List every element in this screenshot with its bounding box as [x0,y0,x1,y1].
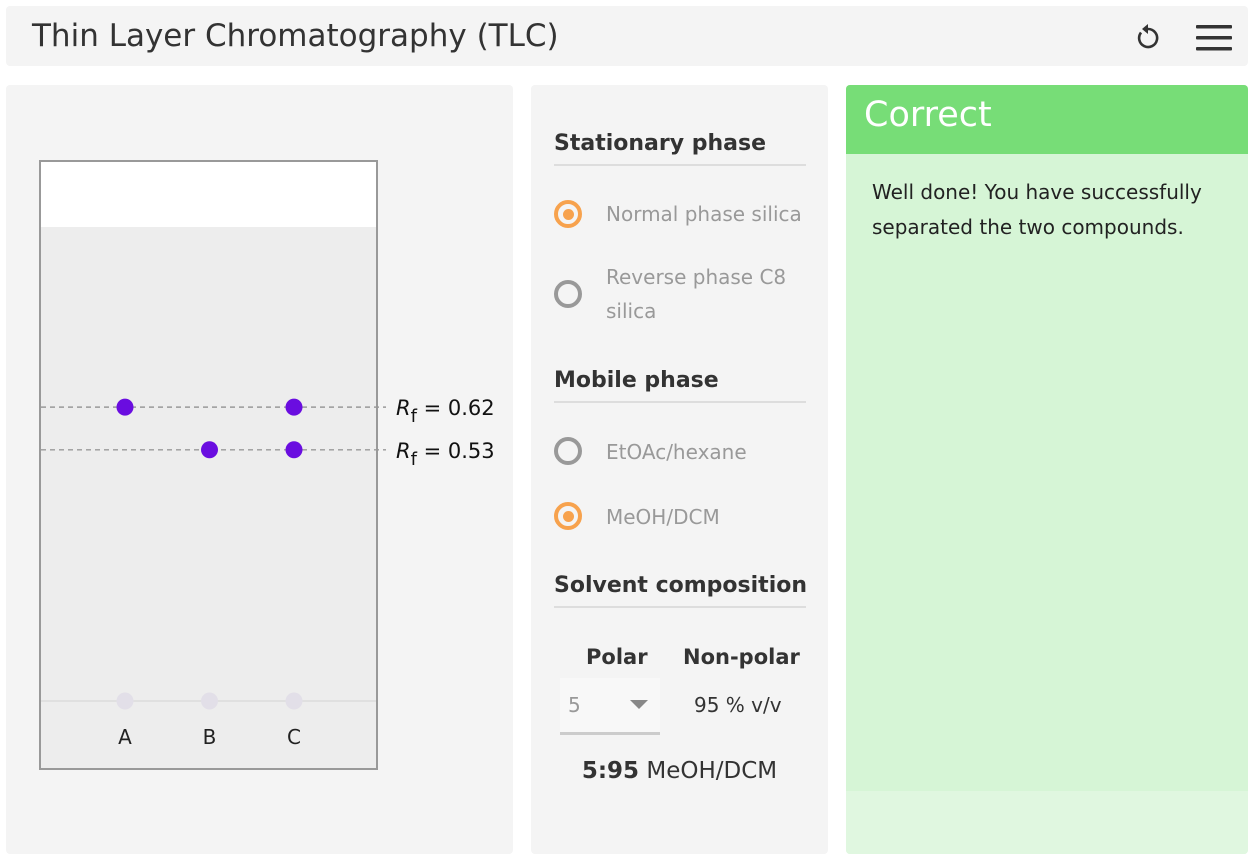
solvent-system: MeOH/DCM [639,758,778,784]
radio-normal-phase-silica[interactable]: Normal phase silica [554,197,814,231]
feedback-body: Well done! You have successfully separat… [846,154,1248,791]
polar-column-label: Polar [586,645,648,669]
tlc-plate-diagram: Rf = 0.62 Rf = 0.53 A B C [39,160,495,770]
radio-label: Reverse phase C8 silica [606,265,787,323]
reset-icon [1137,24,1159,49]
radio-etoac-hexane[interactable]: EtOAc/hexane [554,435,814,469]
feedback-message: Well done! You have successfully separat… [872,180,1202,239]
rf-symbol: R [396,439,411,463]
menu-button[interactable] [1196,24,1232,52]
solvent-composition-heading: Solvent composition [554,573,807,608]
plate-solvent-region [41,227,376,768]
reset-button[interactable] [1132,22,1164,54]
rf-value: = 0.62 [417,396,495,420]
tlc-plate-panel: Rf = 0.62 Rf = 0.53 A B C [6,85,513,854]
lane-label: C [287,725,301,749]
dropdown-caret-icon [630,700,648,709]
compound-spot [285,441,303,459]
mobile-phase-heading: Mobile phase [554,368,806,403]
solvent-ratio-summary: 5:95 MeOH/DCM [531,758,828,784]
app-title: Thin Layer Chromatography (TLC) [32,18,559,54]
polar-percent-select[interactable]: 5 [560,678,660,735]
radio-reverse-phase-c8[interactable]: Reverse phase C8 silica [554,260,814,330]
feedback-panel: Correct Well done! You have successfully… [846,85,1248,854]
radio-label: EtOAc/hexane [606,440,747,464]
nonpolar-column-label: Non-polar [683,645,800,669]
controls-panel: Stationary phase Normal phase silica Rev… [531,85,828,854]
origin-spot [285,692,303,710]
origin-spot [201,692,218,710]
feedback-footer [846,791,1248,854]
nonpolar-value: 95 % v/v [694,693,782,717]
polar-select-value: 5 [568,693,581,717]
feedback-header: Correct [846,85,1248,154]
radio-button-checked[interactable] [554,502,582,530]
lane-label: B [203,725,217,749]
compound-spot [201,441,218,459]
feedback-title: Correct [864,95,992,135]
radio-label: MeOH/DCM [606,505,720,529]
stationary-phase-heading: Stationary phase [554,131,806,166]
solvent-ratio: 5:95 [581,758,640,784]
rf-label: Rf = 0.62 [396,396,495,427]
rf-value: = 0.53 [417,439,495,463]
radio-button[interactable] [554,280,582,308]
compound-spot [116,398,134,416]
radio-label: Normal phase silica [606,202,802,226]
rf-label: Rf = 0.53 [396,439,495,470]
radio-meoh-dcm[interactable]: MeOH/DCM [554,500,814,534]
hamburger-menu-icon [1196,25,1232,51]
app-header: Thin Layer Chromatography (TLC) [6,6,1248,66]
radio-button[interactable] [554,437,582,465]
lane-label: A [118,725,132,749]
rf-symbol: R [396,396,411,420]
origin-spot [116,692,134,710]
compound-spot [285,398,303,416]
radio-button-checked[interactable] [554,200,582,228]
